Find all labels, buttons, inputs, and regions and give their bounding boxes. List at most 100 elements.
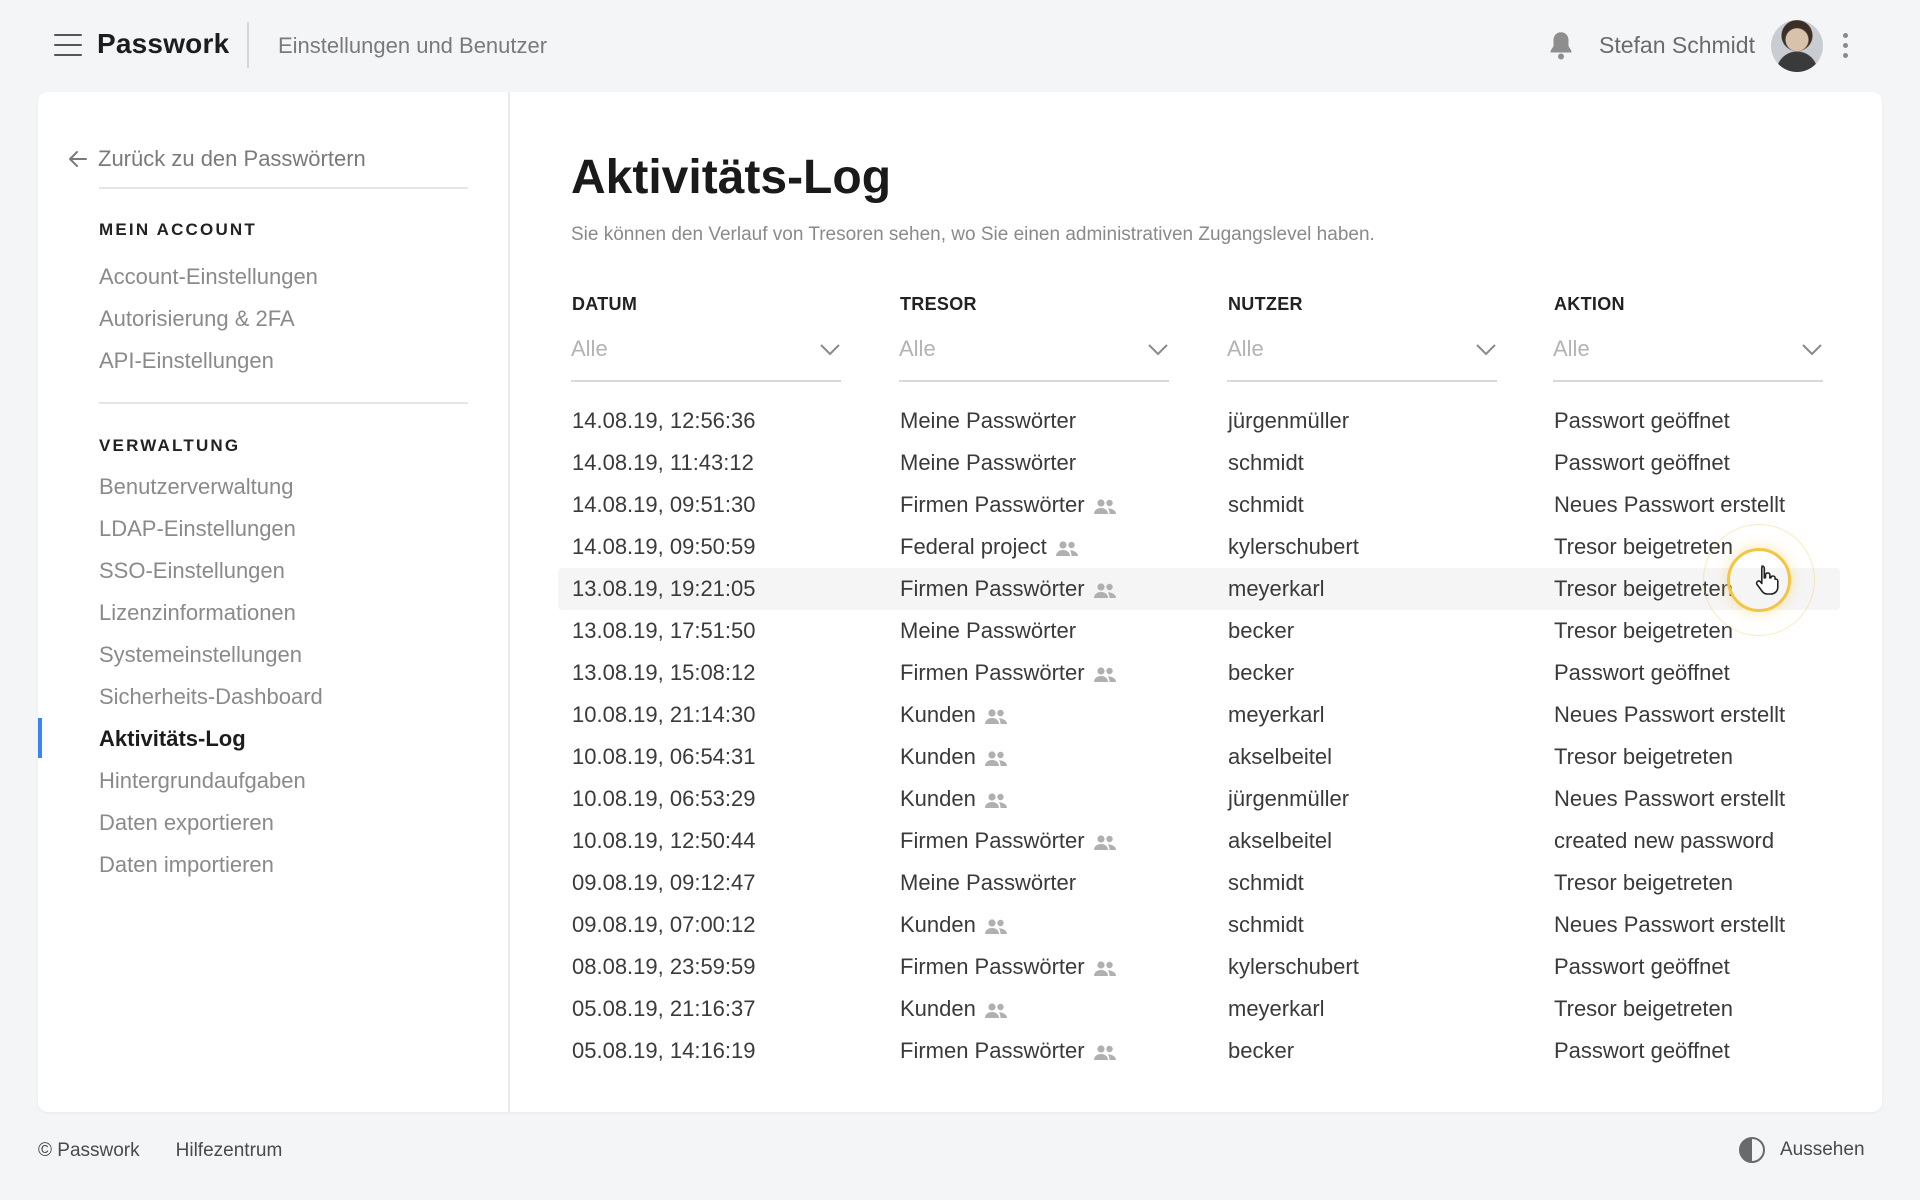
sidebar-item-api-settings[interactable]: API-Einstellungen bbox=[99, 348, 274, 374]
row-action-text: Passwort geöffnet bbox=[1554, 408, 1730, 433]
row-action-text: Neues Passwort erstellt bbox=[1554, 702, 1786, 727]
filter-vault-select[interactable]: Alle bbox=[899, 332, 1169, 382]
row-user-text: meyerkarl bbox=[1228, 576, 1325, 601]
row-date: 13.08.19, 15:08:12 bbox=[572, 660, 756, 686]
sidebar-divider bbox=[99, 187, 468, 189]
filter-date-select[interactable]: Alle bbox=[571, 332, 841, 382]
shared-users-icon bbox=[984, 790, 1008, 808]
table-row[interactable]: 13.08.19, 15:08:12 Firmen Passwörter becke… bbox=[558, 652, 1840, 694]
row-vault-text: Meine Passwörter bbox=[900, 618, 1077, 643]
sidebar-item-sso-settings[interactable]: SSO-Einstellungen bbox=[99, 558, 285, 584]
row-vault-text: Firmen Passwörter bbox=[900, 1038, 1085, 1063]
row-vault-text: Firmen Passwörter bbox=[900, 576, 1085, 601]
row-vault: Kunden bbox=[900, 744, 1008, 770]
table-row[interactable]: 14.08.19, 09:51:30 Firmen Passwörter schmi… bbox=[558, 484, 1840, 526]
row-date-text: 10.08.19, 21:14:30 bbox=[572, 702, 756, 727]
sidebar-item-user-management[interactable]: Benutzerverwaltung bbox=[99, 474, 293, 500]
username[interactable]: Stefan Schmidt bbox=[1599, 32, 1755, 59]
row-vault-text: Federal project bbox=[900, 534, 1047, 559]
row-user: schmidt bbox=[1228, 912, 1304, 938]
row-user: kylerschubert bbox=[1228, 954, 1359, 980]
filter-user-value: Alle bbox=[1227, 336, 1264, 361]
row-date-text: 08.08.19, 23:59:59 bbox=[572, 954, 756, 979]
shared-users-icon bbox=[1093, 1042, 1117, 1060]
row-user: jürgenmüller bbox=[1228, 786, 1349, 812]
table-row[interactable]: 14.08.19, 09:50:59 Federal project kylersc… bbox=[558, 526, 1840, 568]
table-row[interactable]: 10.08.19, 12:50:44 Firmen Passwörter aksel… bbox=[558, 820, 1840, 862]
sidebar-item-background-tasks[interactable]: Hintergrundaufgaben bbox=[99, 768, 306, 794]
row-date: 14.08.19, 11:43:12 bbox=[572, 450, 754, 476]
footer-help-link[interactable]: Hilfezentrum bbox=[176, 1140, 283, 1162]
row-vault: Firmen Passwörter bbox=[900, 576, 1117, 602]
top-bar: Passwork Einstellungen und Benutzer Stef… bbox=[0, 0, 1920, 92]
table-row[interactable]: 10.08.19, 06:54:31 Kunden akselbeitel Treso… bbox=[558, 736, 1840, 778]
row-user-text: schmidt bbox=[1228, 870, 1304, 895]
back-to-passwords-link[interactable]: Zurück zu den Passwörtern bbox=[66, 146, 366, 172]
row-date: 09.08.19, 07:00:12 bbox=[572, 912, 756, 938]
brand-logo[interactable]: Passwork bbox=[97, 28, 229, 60]
sidebar-item-ldap-settings[interactable]: LDAP-Einstellungen bbox=[99, 516, 296, 542]
table-row[interactable]: 05.08.19, 14:16:19 Firmen Passwörter becke… bbox=[558, 1030, 1840, 1072]
table-row[interactable]: 08.08.19, 23:59:59 Firmen Passwörter kyler… bbox=[558, 946, 1840, 988]
table-row[interactable]: 14.08.19, 12:56:36 Meine Passwörter jürgen… bbox=[558, 400, 1840, 442]
sidebar-item-authorization-2fa[interactable]: Autorisierung & 2FA bbox=[99, 306, 295, 332]
row-user-text: becker bbox=[1228, 660, 1295, 685]
row-action-text: Tresor beigetreten bbox=[1554, 870, 1733, 895]
row-date: 10.08.19, 12:50:44 bbox=[572, 828, 756, 854]
sidebar-item-activity-log[interactable]: Aktivitäts-Log bbox=[99, 726, 246, 752]
row-vault: Meine Passwörter bbox=[900, 870, 1076, 896]
table-row[interactable]: 09.08.19, 09:12:47 Meine Passwörter schmid… bbox=[558, 862, 1840, 904]
sidebar-item-export-data[interactable]: Daten exportieren bbox=[99, 810, 274, 836]
row-date-text: 09.08.19, 09:12:47 bbox=[572, 870, 756, 895]
sidebar-item-account-settings[interactable]: Account-Einstellungen bbox=[99, 264, 318, 290]
shared-users-icon bbox=[1093, 832, 1117, 850]
shared-users-icon bbox=[1093, 958, 1117, 976]
table-row[interactable]: 09.08.19, 07:00:12 Kunden schmidt Neues Pas… bbox=[558, 904, 1840, 946]
row-user: jürgenmüller bbox=[1228, 408, 1349, 434]
filter-action-value: Alle bbox=[1553, 336, 1590, 361]
filter-user-select[interactable]: Alle bbox=[1227, 332, 1497, 382]
more-vertical-icon[interactable] bbox=[1843, 33, 1849, 59]
table-row[interactable]: 13.08.19, 17:51:50 Meine Passwörter becker… bbox=[558, 610, 1840, 652]
footer-copyright[interactable]: © Passwork bbox=[38, 1140, 140, 1162]
row-action-text: created new password bbox=[1554, 828, 1775, 853]
sidebar-item-security-dashboard[interactable]: Sicherheits-Dashboard bbox=[99, 684, 323, 710]
table-row[interactable]: 13.08.19, 19:21:05 Firmen Passwörter meyer… bbox=[558, 568, 1840, 610]
table-row[interactable]: 14.08.19, 11:43:12 Meine Passwörter schmid… bbox=[558, 442, 1840, 484]
row-user-text: becker bbox=[1228, 1038, 1295, 1063]
table-row[interactable]: 10.08.19, 21:14:30 Kunden meyerkarl Neues P… bbox=[558, 694, 1840, 736]
avatar[interactable] bbox=[1771, 20, 1823, 72]
row-vault: Kunden bbox=[900, 912, 1008, 938]
row-action-text: Tresor beigetreten bbox=[1554, 996, 1733, 1021]
row-user-text: jürgenmüller bbox=[1228, 786, 1350, 811]
row-vault-text: Kunden bbox=[900, 702, 976, 727]
row-user: akselbeitel bbox=[1228, 744, 1332, 770]
row-date-text: 13.08.19, 17:51:50 bbox=[572, 618, 756, 643]
row-date: 09.08.19, 09:12:47 bbox=[572, 870, 756, 896]
row-date: 05.08.19, 21:16:37 bbox=[572, 996, 756, 1022]
table-row[interactable]: 10.08.19, 06:53:29 Kunden jürgenmüller Neue… bbox=[558, 778, 1840, 820]
row-vault-text: Meine Passwörter bbox=[900, 408, 1077, 433]
row-action: Tresor beigetreten bbox=[1554, 618, 1733, 644]
row-vault-text: Firmen Passwörter bbox=[900, 954, 1085, 979]
menu-icon[interactable] bbox=[54, 34, 82, 56]
filter-vault-value: Alle bbox=[899, 336, 936, 361]
chevron-down-icon bbox=[1476, 344, 1496, 356]
chevron-down-icon bbox=[820, 344, 840, 356]
appearance-toggle[interactable]: Aussehen bbox=[1738, 1136, 1865, 1164]
row-action: Passwort geöffnet bbox=[1554, 660, 1730, 686]
row-user: meyerkarl bbox=[1228, 576, 1325, 602]
bell-icon[interactable] bbox=[1547, 30, 1575, 60]
chevron-down-icon bbox=[1148, 344, 1168, 356]
chevron-down-icon bbox=[1802, 344, 1822, 356]
sidebar-item-license-info[interactable]: Lizenzinformationen bbox=[99, 600, 296, 626]
row-vault: Federal project bbox=[900, 534, 1079, 560]
sidebar-item-import-data[interactable]: Daten importieren bbox=[99, 852, 274, 878]
filter-action-select[interactable]: Alle bbox=[1553, 332, 1823, 382]
row-action-text: Neues Passwort erstellt bbox=[1554, 492, 1786, 517]
row-action-text: Passwort geöffnet bbox=[1554, 954, 1730, 979]
table-row[interactable]: 05.08.19, 21:16:37 Kunden meyerkarl Tresor … bbox=[558, 988, 1840, 1030]
sidebar-item-system-settings[interactable]: Systemeinstellungen bbox=[99, 642, 302, 668]
row-action: Neues Passwort erstellt bbox=[1554, 702, 1785, 728]
row-vault: Meine Passwörter bbox=[900, 408, 1076, 434]
